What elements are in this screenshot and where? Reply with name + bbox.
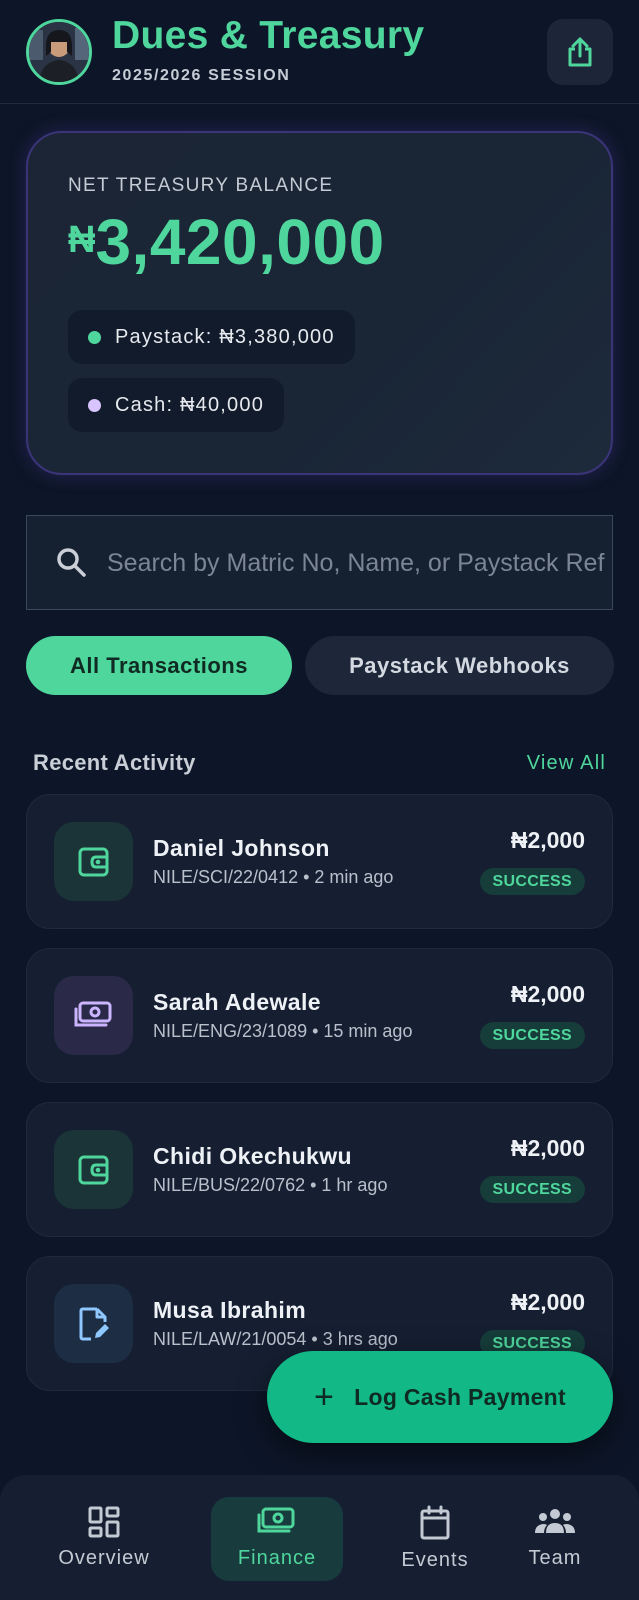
session-subtitle: 2025/2026 SESSION	[112, 67, 291, 84]
paystack-balance-pill: Paystack: ₦3,380,000	[68, 310, 355, 364]
nav-item-events[interactable]: Events	[369, 1497, 501, 1581]
nav-item-finance[interactable]: Finance	[211, 1497, 343, 1581]
status-badge: SUCCESS	[479, 1176, 585, 1203]
balance-label: NET TREASURY BALANCE	[68, 175, 334, 196]
avatar[interactable]	[26, 19, 92, 85]
payer-name: Daniel Johnson	[153, 835, 330, 861]
status-badge: SUCCESS	[479, 868, 585, 895]
balance-value: 3,420,000	[95, 206, 385, 278]
cash-icon	[257, 1507, 295, 1533]
payer-name: Sarah Adewale	[153, 989, 321, 1015]
transaction-meta: NILE/LAW/21/0054 • 3 hrs ago	[153, 1329, 398, 1349]
transaction-meta: NILE/ENG/23/1089 • 15 min ago	[153, 1021, 413, 1041]
app-header: Dues & Treasury 2025/2026 SESSION	[0, 0, 639, 104]
transaction-row[interactable]: Sarah Adewale NILE/ENG/23/1089 • 15 min …	[26, 948, 613, 1083]
transaction-amount: ₦2,000	[510, 1135, 585, 1161]
transaction-meta: NILE/SCI/22/0412 • 2 min ago	[153, 867, 394, 887]
search-icon	[57, 548, 86, 577]
nav-label: Team	[528, 1547, 582, 1569]
recent-activity-heading: Recent Activity	[33, 750, 196, 775]
profile-photo-icon	[29, 22, 89, 82]
cash-icon	[54, 976, 133, 1055]
page-title: Dues & Treasury	[112, 14, 425, 57]
payer-name: Chidi Okechukwu	[153, 1143, 352, 1169]
file-edit-icon	[54, 1284, 133, 1363]
transaction-meta: NILE/BUS/22/0762 • 1 hr ago	[153, 1175, 388, 1195]
dashboard-icon	[88, 1506, 120, 1538]
paystack-balance-text: Paystack: ₦3,380,000	[115, 325, 335, 348]
transaction-row[interactable]: Daniel Johnson NILE/SCI/22/0412 • 2 min …	[26, 794, 613, 929]
transaction-amount: ₦2,000	[510, 1289, 585, 1315]
transaction-amount: ₦2,000	[510, 827, 585, 853]
log-cash-payment-label: Log Cash Payment	[354, 1383, 566, 1410]
tab-paystack-webhooks[interactable]: Paystack Webhooks	[305, 636, 614, 695]
transaction-row[interactable]: Chidi Okechukwu NILE/BUS/22/0762 • 1 hr …	[26, 1102, 613, 1237]
log-cash-payment-button[interactable]: + Log Cash Payment	[267, 1351, 613, 1443]
wallet-icon	[54, 822, 133, 901]
nav-label: Events	[401, 1549, 469, 1571]
share-button[interactable]	[547, 19, 613, 85]
cash-balance-pill: Cash: ₦40,000	[68, 378, 285, 432]
plus-icon: +	[313, 1378, 335, 1416]
paystack-dot-icon	[88, 330, 101, 344]
wallet-icon	[54, 1130, 133, 1209]
tab-all-transactions[interactable]: All Transactions	[26, 636, 292, 695]
calendar-icon	[420, 1505, 450, 1540]
transaction-amount: ₦2,000	[510, 981, 585, 1007]
search-bar	[26, 515, 617, 610]
status-badge: SUCCESS	[479, 1022, 585, 1049]
nav-label: Overview	[58, 1547, 150, 1569]
balance-amount: ₦3,420,000	[68, 205, 385, 279]
bottom-navigation: Overview Finance Events Team	[0, 1475, 639, 1600]
currency-symbol: ₦	[68, 219, 96, 261]
share-icon	[568, 37, 592, 67]
treasury-balance-card: NET TREASURY BALANCE ₦3,420,000 Paystack…	[26, 131, 613, 475]
cash-balance-text: Cash: ₦40,000	[115, 393, 265, 416]
payer-name: Musa Ibrahim	[153, 1297, 307, 1323]
group-icon	[535, 1509, 575, 1533]
search-input[interactable]	[107, 540, 617, 586]
nav-item-team[interactable]: Team	[489, 1497, 621, 1581]
nav-item-overview[interactable]: Overview	[38, 1497, 170, 1581]
cash-dot-icon	[88, 398, 101, 412]
nav-label: Finance	[237, 1547, 317, 1569]
view-all-link[interactable]: View All	[527, 752, 606, 775]
